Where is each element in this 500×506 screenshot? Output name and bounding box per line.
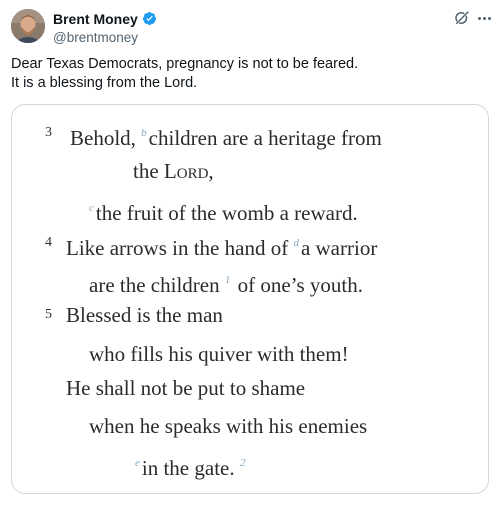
more-options-icon[interactable] bbox=[473, 10, 495, 26]
author-handle[interactable]: @brentmoney bbox=[53, 30, 157, 45]
tweet-post: Brent Money @brentmoney Dear Texas Democ… bbox=[0, 0, 500, 506]
footnote-marker: e bbox=[135, 457, 140, 469]
scripture-line: are the children 1 of one’s youth. bbox=[89, 273, 363, 297]
tweet-text-line-2: It is a blessing from the Lord. bbox=[11, 75, 198, 91]
tweet-text: Dear Texas Democrats, pregnancy is not t… bbox=[11, 55, 491, 93]
verified-badge-icon bbox=[142, 11, 156, 26]
footnote-marker: 2 bbox=[239, 457, 246, 469]
footnote-marker: d bbox=[293, 237, 299, 249]
footnote-marker: b bbox=[141, 127, 147, 139]
grok-icon[interactable] bbox=[453, 9, 471, 27]
author-block: Brent Money @brentmoney bbox=[53, 10, 157, 45]
scripture-line: Blessed is the man bbox=[66, 303, 223, 327]
scripture-line: cthe fruit of the womb a reward. bbox=[89, 201, 358, 225]
verse-number: 5 bbox=[45, 307, 52, 322]
scripture-line: the Lord, bbox=[133, 159, 214, 183]
scripture-line: when he speaks with his enemies bbox=[89, 414, 368, 438]
scripture-line: Like arrows in the hand of da warrior bbox=[66, 236, 378, 260]
media-image-scripture[interactable]: 3 Behold, bchildren are a heritage from … bbox=[11, 104, 489, 494]
avatar[interactable] bbox=[11, 9, 45, 43]
verse-number: 4 bbox=[45, 235, 52, 250]
verse-number: 3 bbox=[45, 125, 52, 140]
scripture-line: He shall not be put to shame bbox=[66, 376, 306, 400]
footnote-marker: 1 bbox=[224, 274, 231, 286]
scripture-line: who fills his quiver with them! bbox=[89, 342, 349, 366]
user-avatar-photo bbox=[11, 9, 45, 43]
author-display-name[interactable]: Brent Money bbox=[53, 11, 138, 27]
scripture-line: ein the gate. 2 bbox=[135, 456, 246, 480]
scripture-line: Behold, bchildren are a heritage from bbox=[70, 126, 382, 150]
footnote-marker: c bbox=[89, 202, 94, 214]
tweet-text-line-1: Dear Texas Democrats, pregnancy is not t… bbox=[11, 56, 359, 72]
